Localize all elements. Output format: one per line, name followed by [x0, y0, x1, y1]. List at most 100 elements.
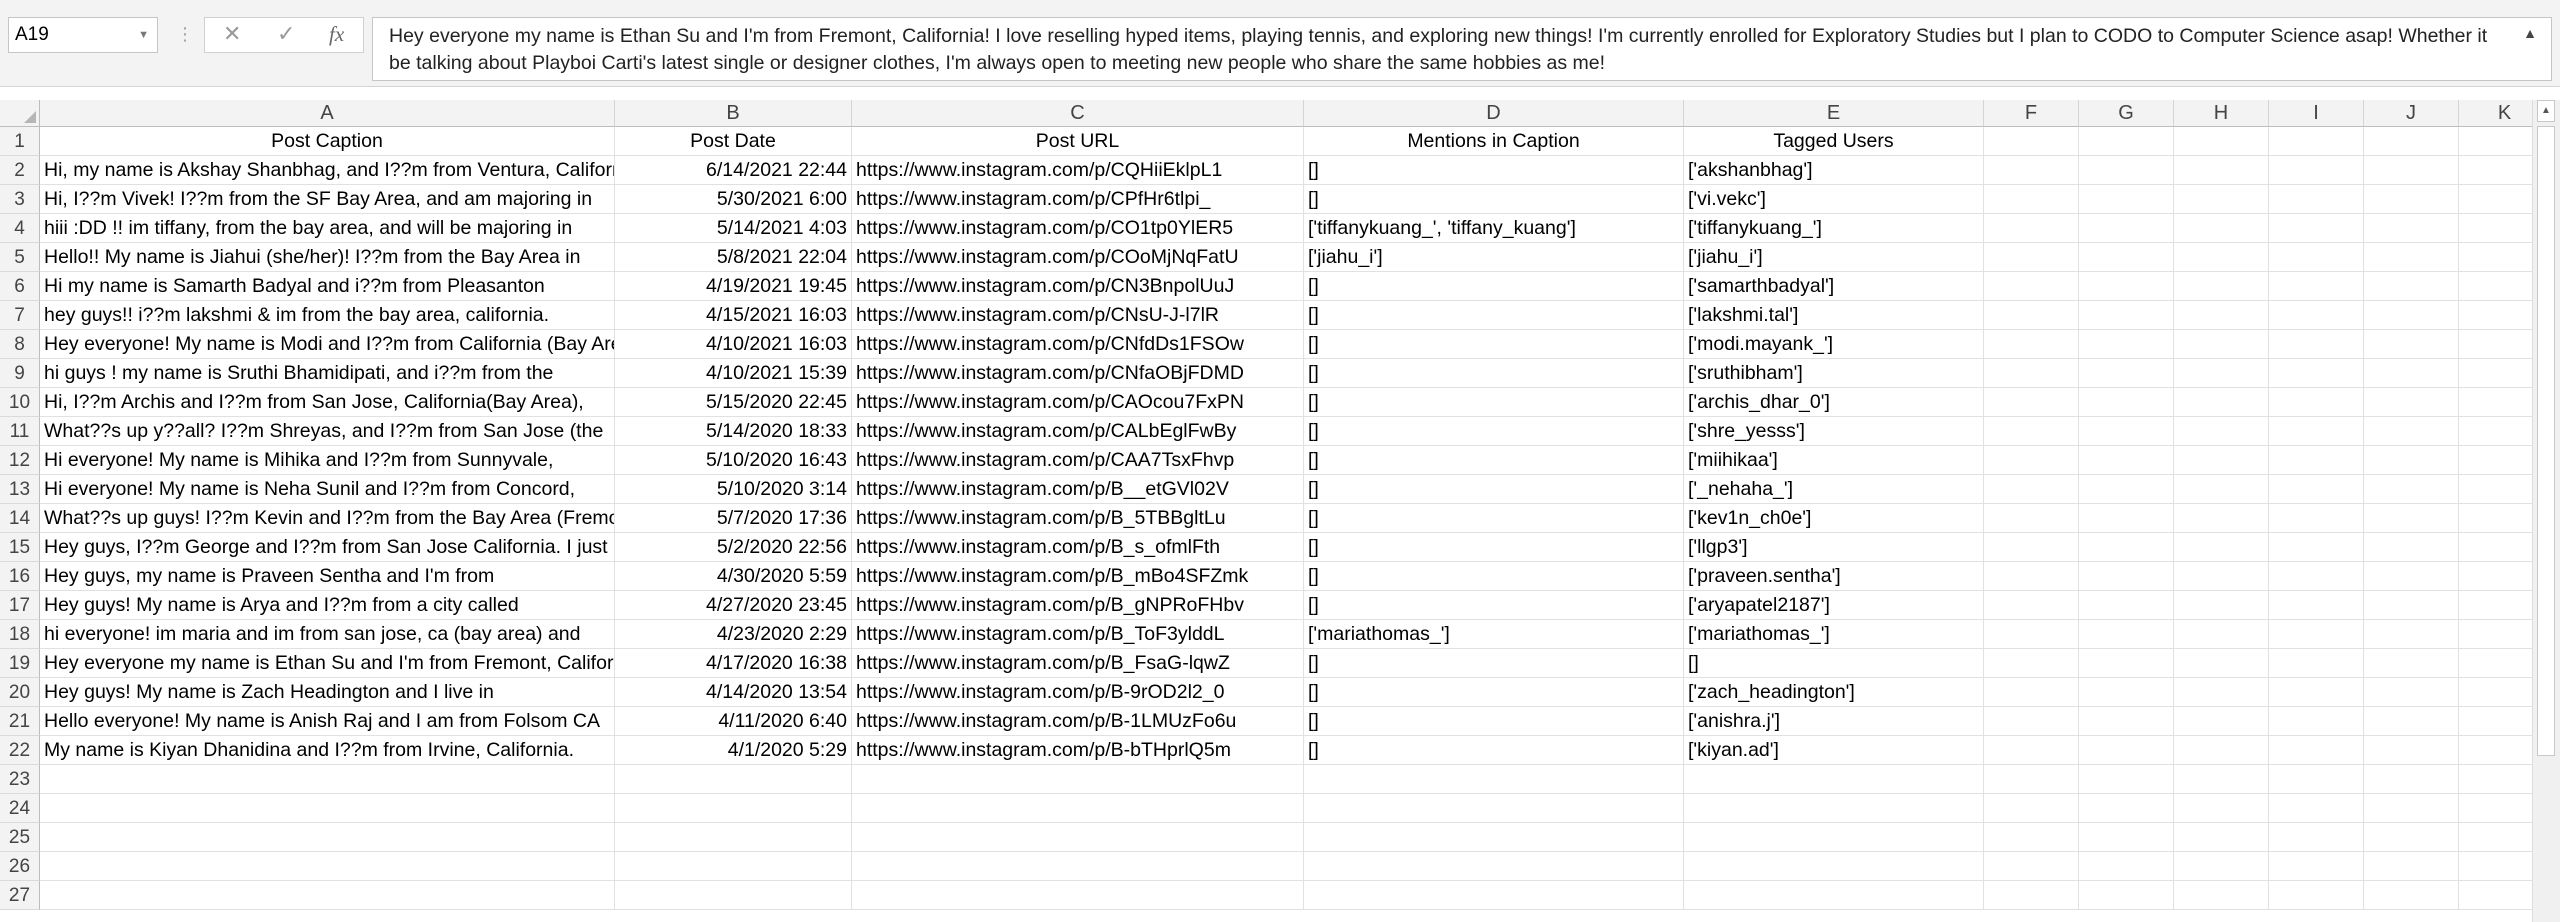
table-cell[interactable]: hi everyone! im maria and im from san jo… — [40, 620, 615, 649]
table-cell[interactable]: [] — [1304, 446, 1684, 475]
cell[interactable] — [2269, 562, 2364, 591]
cell[interactable] — [2174, 823, 2269, 852]
table-cell[interactable]: ['vi.vekc'] — [1684, 185, 1984, 214]
table-cell[interactable]: ['aryapatel2187'] — [1684, 591, 1984, 620]
row-header[interactable]: 13 — [0, 475, 40, 504]
table-cell[interactable]: https://www.instagram.com/p/CNfaOBjFDMD — [852, 359, 1304, 388]
select-all-button[interactable] — [0, 100, 40, 127]
enter-check-icon[interactable]: ✓ — [277, 21, 295, 47]
row-header[interactable]: 15 — [0, 533, 40, 562]
table-cell[interactable]: [] — [1304, 591, 1684, 620]
cell[interactable] — [2174, 446, 2269, 475]
table-cell[interactable]: ['sruthibham'] — [1684, 359, 1984, 388]
table-cell[interactable]: 5/30/2021 6:00 — [615, 185, 852, 214]
chevron-down-icon[interactable]: ▼ — [138, 18, 149, 52]
cell[interactable] — [1684, 881, 1984, 910]
cell[interactable] — [852, 794, 1304, 823]
table-cell[interactable]: Hi everyone! My name is Neha Sunil and I… — [40, 475, 615, 504]
table-cell[interactable]: https://www.instagram.com/p/CAA7TsxFhvp — [852, 446, 1304, 475]
cell[interactable] — [2079, 475, 2174, 504]
row-header[interactable]: 8 — [0, 330, 40, 359]
cell[interactable] — [1984, 475, 2079, 504]
table-cell[interactable]: Hi, I??m Archis and I??m from San Jose, … — [40, 388, 615, 417]
cell[interactable] — [2079, 214, 2174, 243]
table-cell[interactable]: 5/14/2020 18:33 — [615, 417, 852, 446]
cell[interactable] — [852, 823, 1304, 852]
table-cell[interactable]: https://www.instagram.com/p/CNfdDs1FSOw — [852, 330, 1304, 359]
cell[interactable] — [2269, 591, 2364, 620]
cell[interactable] — [2174, 765, 2269, 794]
cell[interactable] — [2079, 388, 2174, 417]
table-cell[interactable]: What??s up y??all? I??m Shreyas, and I??… — [40, 417, 615, 446]
table-cell[interactable]: https://www.instagram.com/p/CN3BnpolUuJ — [852, 272, 1304, 301]
cell[interactable] — [615, 852, 852, 881]
table-cell[interactable]: Hi everyone! My name is Mihika and I??m … — [40, 446, 615, 475]
table-cell[interactable]: ['jiahu_i'] — [1304, 243, 1684, 272]
cell[interactable] — [2079, 533, 2174, 562]
cell[interactable] — [2269, 243, 2364, 272]
vertical-scrollbar[interactable]: ▲ — [2532, 100, 2560, 922]
row-header[interactable]: 3 — [0, 185, 40, 214]
column-header-b[interactable]: B — [615, 100, 852, 127]
cell[interactable] — [40, 823, 615, 852]
cell[interactable] — [40, 765, 615, 794]
cell[interactable] — [2174, 794, 2269, 823]
cell[interactable] — [2174, 649, 2269, 678]
cell[interactable] — [2364, 214, 2459, 243]
scrollbar-thumb[interactable] — [2537, 126, 2555, 756]
cell[interactable] — [852, 852, 1304, 881]
table-cell[interactable]: [] — [1304, 272, 1684, 301]
cell[interactable] — [2364, 649, 2459, 678]
cell[interactable] — [2364, 243, 2459, 272]
cell[interactable] — [2174, 388, 2269, 417]
cell[interactable] — [2269, 794, 2364, 823]
row-header[interactable]: 4 — [0, 214, 40, 243]
cell[interactable] — [1984, 243, 2079, 272]
cell[interactable] — [2269, 417, 2364, 446]
table-cell[interactable]: 4/1/2020 5:29 — [615, 736, 852, 765]
cell[interactable] — [1984, 794, 2079, 823]
table-cell[interactable]: 5/14/2021 4:03 — [615, 214, 852, 243]
table-cell[interactable]: Hey guys, my name is Praveen Sentha and … — [40, 562, 615, 591]
cell[interactable] — [2269, 765, 2364, 794]
cell[interactable] — [2364, 185, 2459, 214]
cell[interactable] — [2174, 881, 2269, 910]
cell[interactable] — [2174, 214, 2269, 243]
formula-bar-grip-icon[interactable]: ⋮ — [176, 24, 195, 45]
cell[interactable] — [2364, 272, 2459, 301]
table-cell[interactable]: [] — [1304, 562, 1684, 591]
cell[interactable] — [2269, 127, 2364, 156]
cell[interactable] — [1304, 823, 1684, 852]
formula-input[interactable]: Hey everyone my name is Ethan Su and I'm… — [372, 17, 2552, 81]
cell[interactable] — [2269, 214, 2364, 243]
column-header-i[interactable]: I — [2269, 100, 2364, 127]
cell[interactable] — [2269, 446, 2364, 475]
table-cell[interactable]: ['kev1n_ch0e'] — [1684, 504, 1984, 533]
cell[interactable] — [2079, 562, 2174, 591]
cell[interactable] — [2079, 359, 2174, 388]
cell[interactable] — [40, 852, 615, 881]
cell[interactable] — [1984, 301, 2079, 330]
table-cell[interactable]: [] — [1304, 156, 1684, 185]
table-cell[interactable]: [] — [1304, 504, 1684, 533]
row-header[interactable]: 5 — [0, 243, 40, 272]
table-cell[interactable]: https://www.instagram.com/p/CPfHr6tlpi_ — [852, 185, 1304, 214]
cell[interactable] — [2174, 591, 2269, 620]
table-cell[interactable]: ['_nehaha_'] — [1684, 475, 1984, 504]
cell[interactable] — [2079, 301, 2174, 330]
row-header[interactable]: 16 — [0, 562, 40, 591]
cell[interactable] — [2364, 881, 2459, 910]
table-cell[interactable]: 5/10/2020 3:14 — [615, 475, 852, 504]
cell[interactable] — [1984, 417, 2079, 446]
column-header-a[interactable]: A — [40, 100, 615, 127]
table-cell[interactable]: 5/7/2020 17:36 — [615, 504, 852, 533]
table-cell[interactable]: 4/17/2020 16:38 — [615, 649, 852, 678]
table-cell[interactable]: 4/10/2021 15:39 — [615, 359, 852, 388]
cell[interactable] — [2364, 504, 2459, 533]
cell[interactable] — [1684, 852, 1984, 881]
table-cell[interactable]: https://www.instagram.com/p/B-9rOD2l2_0 — [852, 678, 1304, 707]
cell[interactable] — [1304, 765, 1684, 794]
cell[interactable] — [2269, 823, 2364, 852]
table-cell[interactable]: [] — [1304, 388, 1684, 417]
table-cell[interactable]: ['lakshmi.tal'] — [1684, 301, 1984, 330]
